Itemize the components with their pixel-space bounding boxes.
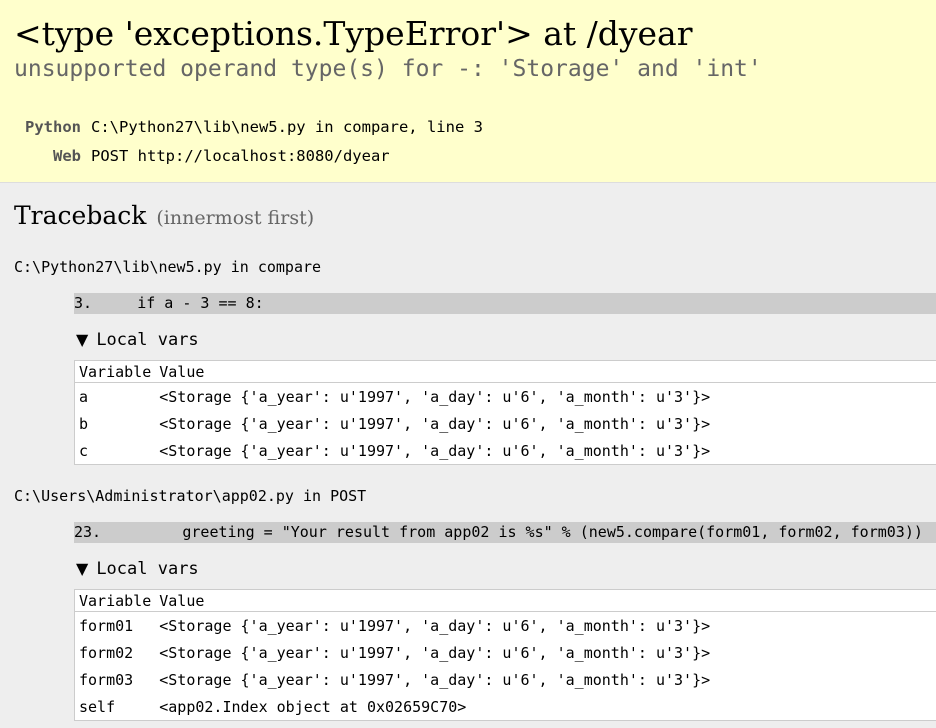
frame-code-line-2[interactable]: 23. greeting = "Your result from app02 i…: [74, 522, 936, 543]
var-name: form01: [79, 616, 134, 635]
frame-code-line-1[interactable]: 3. if a - 3 == 8:: [74, 293, 936, 314]
triangle-down-icon: ▼: [76, 559, 89, 578]
meta-value: C:\Python27\lib\new5.py in compare, line…: [91, 118, 483, 136]
var-name: self: [79, 697, 116, 716]
traceback-title: Traceback: [14, 201, 147, 230]
table-row: self <app02.Index object at 0x02659C70>: [75, 693, 936, 721]
col-variable-header: Variable: [74, 589, 156, 612]
col-value-header: Value: [155, 589, 936, 612]
triangle-down-icon: ▼: [76, 330, 89, 349]
local-vars-toggle-2[interactable]: ▼ Local vars: [76, 559, 199, 579]
var-value: <Storage {'a_year': u'1997', 'a_day': u'…: [159, 616, 711, 635]
var-name: a: [79, 387, 89, 406]
traceback-subtitle: (innermost first): [156, 207, 315, 229]
error-message: unsupported operand type(s) for -: 'Stor…: [14, 56, 762, 82]
frame-file-1: C:\Python27\lib\new5.py in compare: [14, 258, 322, 276]
col-value-header: Value: [155, 360, 936, 383]
traceback-heading: Traceback (innermost first): [14, 201, 314, 230]
table-header-row: Variable Value: [74, 589, 936, 612]
table-row: b <Storage {'a_year': u'1997', 'a_day': …: [75, 410, 936, 437]
error-meta: Python C:\Python27\lib\new5.py in compare…: [19, 113, 483, 171]
var-name: form02: [79, 643, 134, 662]
meta-python-row: Python C:\Python27\lib\new5.py in compare…: [19, 113, 483, 142]
frame-file-2: C:\Users\Administrator\app02.py in POST: [14, 487, 367, 505]
col-variable-header: Variable: [74, 360, 156, 383]
meta-value: POST http://localhost:8080/dyear: [91, 147, 390, 165]
table-row: form03 <Storage {'a_year': u'1997', 'a_d…: [75, 666, 936, 693]
var-name: b: [79, 414, 89, 433]
table-row: a <Storage {'a_year': u'1997', 'a_day': …: [75, 383, 936, 411]
local-vars-table-1: Variable Value a <Storage {'a_year': u'1…: [74, 360, 936, 465]
var-value: <Storage {'a_year': u'1997', 'a_day': u'…: [159, 643, 711, 662]
var-value: <Storage {'a_year': u'1997', 'a_day': u'…: [159, 441, 711, 460]
error-type-heading: <type 'exceptions.TypeError'> at /dyear: [14, 14, 693, 53]
local-vars-table-2: Variable Value form01 <Storage {'a_year'…: [74, 589, 936, 721]
table-header-row: Variable Value: [74, 360, 936, 383]
meta-key: Web: [53, 147, 81, 165]
local-vars-label: Local vars: [96, 330, 199, 350]
table-row: form02 <Storage {'a_year': u'1997', 'a_d…: [75, 639, 936, 666]
var-name: form03: [79, 670, 134, 689]
table-row: form01 <Storage {'a_year': u'1997', 'a_d…: [75, 612, 936, 640]
meta-key: Python: [25, 118, 81, 136]
error-summary: <type 'exceptions.TypeError'> at /dyear …: [0, 0, 936, 183]
var-value: <Storage {'a_year': u'1997', 'a_day': u'…: [159, 670, 711, 689]
local-vars-toggle-1[interactable]: ▼ Local vars: [76, 330, 199, 350]
var-value: <Storage {'a_year': u'1997', 'a_day': u'…: [159, 387, 711, 406]
table-row: c <Storage {'a_year': u'1997', 'a_day': …: [75, 437, 936, 465]
local-vars-label: Local vars: [96, 559, 199, 579]
meta-web-row: Web POST http://localhost:8080/dyear: [19, 142, 483, 171]
var-value: <Storage {'a_year': u'1997', 'a_day': u'…: [159, 414, 711, 433]
var-value: <app02.Index object at 0x02659C70>: [159, 697, 467, 716]
var-name: c: [79, 441, 89, 460]
